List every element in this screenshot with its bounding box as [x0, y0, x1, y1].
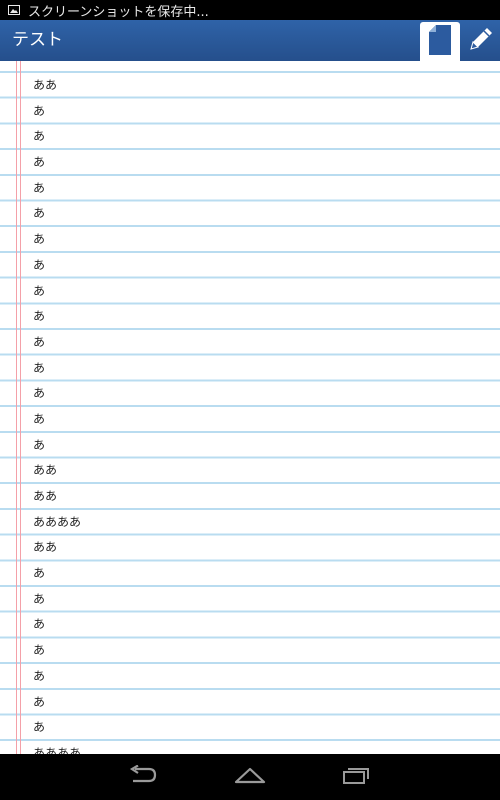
note-line: あ [33, 643, 46, 658]
note-line: あ [33, 694, 46, 709]
note-line: あ [33, 386, 46, 401]
note-line: あ [33, 360, 46, 375]
note-line: あ [33, 155, 46, 170]
note-line: あ [33, 566, 46, 581]
note-line: ああ [33, 489, 58, 503]
note-line: ああああ [33, 514, 82, 529]
note-line: あ [33, 129, 46, 144]
note-line: あ [33, 668, 46, 683]
note-line: ああ [33, 540, 58, 555]
note-line: あ [33, 206, 46, 221]
app-bar: テスト [0, 20, 500, 62]
note-button[interactable] [420, 22, 460, 62]
note-line: あ [33, 180, 46, 195]
note-line: あ [33, 309, 46, 324]
note-line: あ [33, 720, 46, 735]
home-button[interactable] [230, 764, 270, 790]
note-line: あ [33, 591, 46, 606]
page-title: テスト [12, 30, 63, 50]
note-line: あ [33, 437, 46, 452]
note-body[interactable]: ああああああああああああああああああ ああ ああああ あああああああああああああ [0, 61, 500, 754]
note-line: あ [33, 411, 46, 426]
nav-bar [0, 754, 500, 800]
status-bar: スクリーンショットを保存中... [0, 0, 500, 20]
note-line: あ [33, 334, 46, 349]
recent-apps-icon [342, 766, 372, 788]
note-line: あ [33, 232, 46, 247]
status-text: スクリーンショットを保存中... [28, 4, 209, 20]
pencil-icon [467, 25, 495, 57]
note-line: あ [33, 257, 46, 272]
back-arrow-icon [127, 764, 159, 789]
edit-button[interactable] [462, 22, 500, 60]
note-page-icon [429, 25, 451, 59]
recent-apps-button[interactable] [337, 764, 377, 790]
note-line: ああ [33, 463, 58, 478]
note-line: ああ [33, 78, 58, 92]
note-line: あ [33, 283, 46, 298]
note-line: ああああ [33, 745, 82, 754]
screen: スクリーンショットを保存中... テスト ああああああああああああああああああ [0, 0, 500, 800]
note-line: あ [33, 103, 46, 118]
screenshot-image-icon [8, 5, 20, 15]
back-button[interactable] [123, 764, 163, 790]
note-lines: ああああああああああああああああああ ああ ああああ あああああああああああああ [33, 61, 493, 754]
home-icon [234, 766, 266, 788]
note-line: あ [33, 617, 46, 632]
